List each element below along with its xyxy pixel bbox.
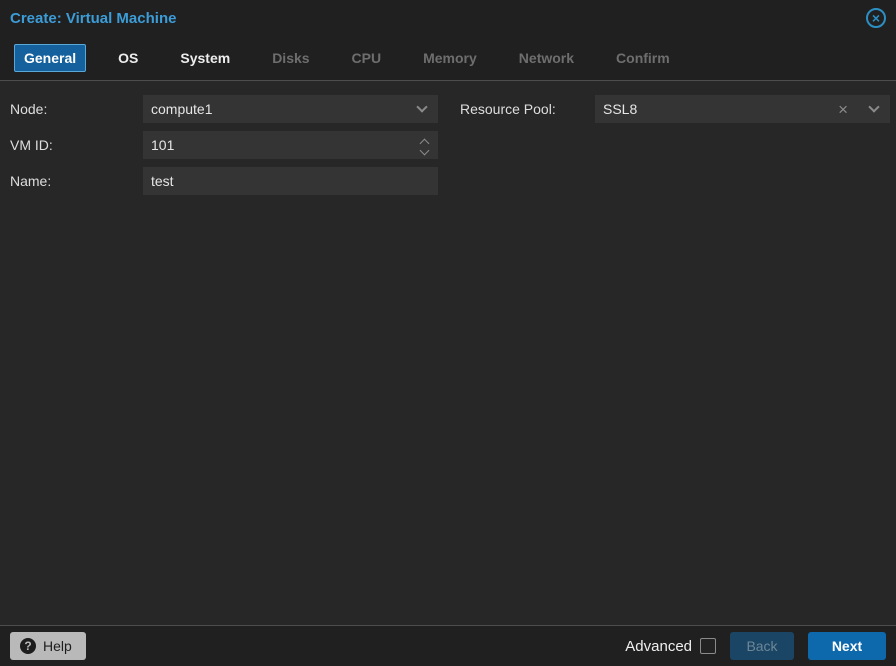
help-button-label: Help — [43, 638, 72, 654]
resource-pool-label: Resource Pool: — [460, 101, 556, 117]
advanced-checkbox[interactable] — [700, 638, 716, 654]
tab-disks: Disks — [272, 50, 310, 66]
wizard-tabbar: General OS System Disks CPU Memory Netwo… — [0, 36, 896, 81]
tab-general[interactable]: General — [14, 44, 87, 72]
name-row: Name: test — [10, 167, 438, 195]
dialog-footer: ? Help Advanced Back Next — [0, 625, 896, 666]
name-input[interactable]: test — [143, 167, 438, 195]
close-icon[interactable]: × — [866, 8, 886, 28]
tab-system[interactable]: System — [170, 44, 240, 72]
name-label: Name: — [10, 173, 52, 189]
clear-icon[interactable]: × — [838, 101, 848, 118]
resource-pool-value: SSL8 — [603, 101, 638, 117]
chevron-down-icon[interactable] — [868, 101, 880, 113]
tab-memory: Memory — [423, 50, 477, 66]
vmid-row: VM ID: 101 — [10, 131, 438, 159]
question-circle-icon: ? — [20, 638, 36, 654]
advanced-label: Advanced — [625, 637, 692, 655]
node-label: Node: — [10, 101, 48, 117]
dialog-title: Create: Virtual Machine — [10, 9, 177, 27]
name-value: test — [151, 173, 174, 189]
chevron-down-icon[interactable] — [416, 101, 428, 113]
vmid-spinner[interactable]: 101 — [143, 131, 438, 159]
node-row: Node: compute1 — [10, 95, 438, 123]
spinner-icons — [419, 137, 430, 155]
chevron-down-icon[interactable] — [419, 145, 430, 155]
create-vm-dialog: Create: Virtual Machine × General OS Sys… — [0, 0, 896, 666]
next-button[interactable]: Next — [808, 632, 886, 660]
tab-confirm: Confirm — [616, 50, 670, 66]
vmid-label: VM ID: — [10, 137, 53, 153]
vmid-value: 101 — [151, 137, 175, 153]
tab-network: Network — [518, 50, 575, 66]
tab-os[interactable]: OS — [108, 44, 148, 72]
dialog-titlebar: Create: Virtual Machine × — [0, 0, 896, 36]
node-value: compute1 — [151, 101, 213, 117]
help-button[interactable]: ? Help — [10, 632, 86, 660]
resource-pool-combobox[interactable]: SSL8 × — [595, 95, 890, 123]
tab-cpu: CPU — [351, 50, 382, 66]
resource-pool-row: Resource Pool: SSL8 × — [460, 95, 890, 123]
back-button: Back — [730, 632, 794, 660]
form-body: Node: compute1 VM ID: 101 Name: test Res… — [0, 81, 896, 625]
node-combobox[interactable]: compute1 — [143, 95, 438, 123]
